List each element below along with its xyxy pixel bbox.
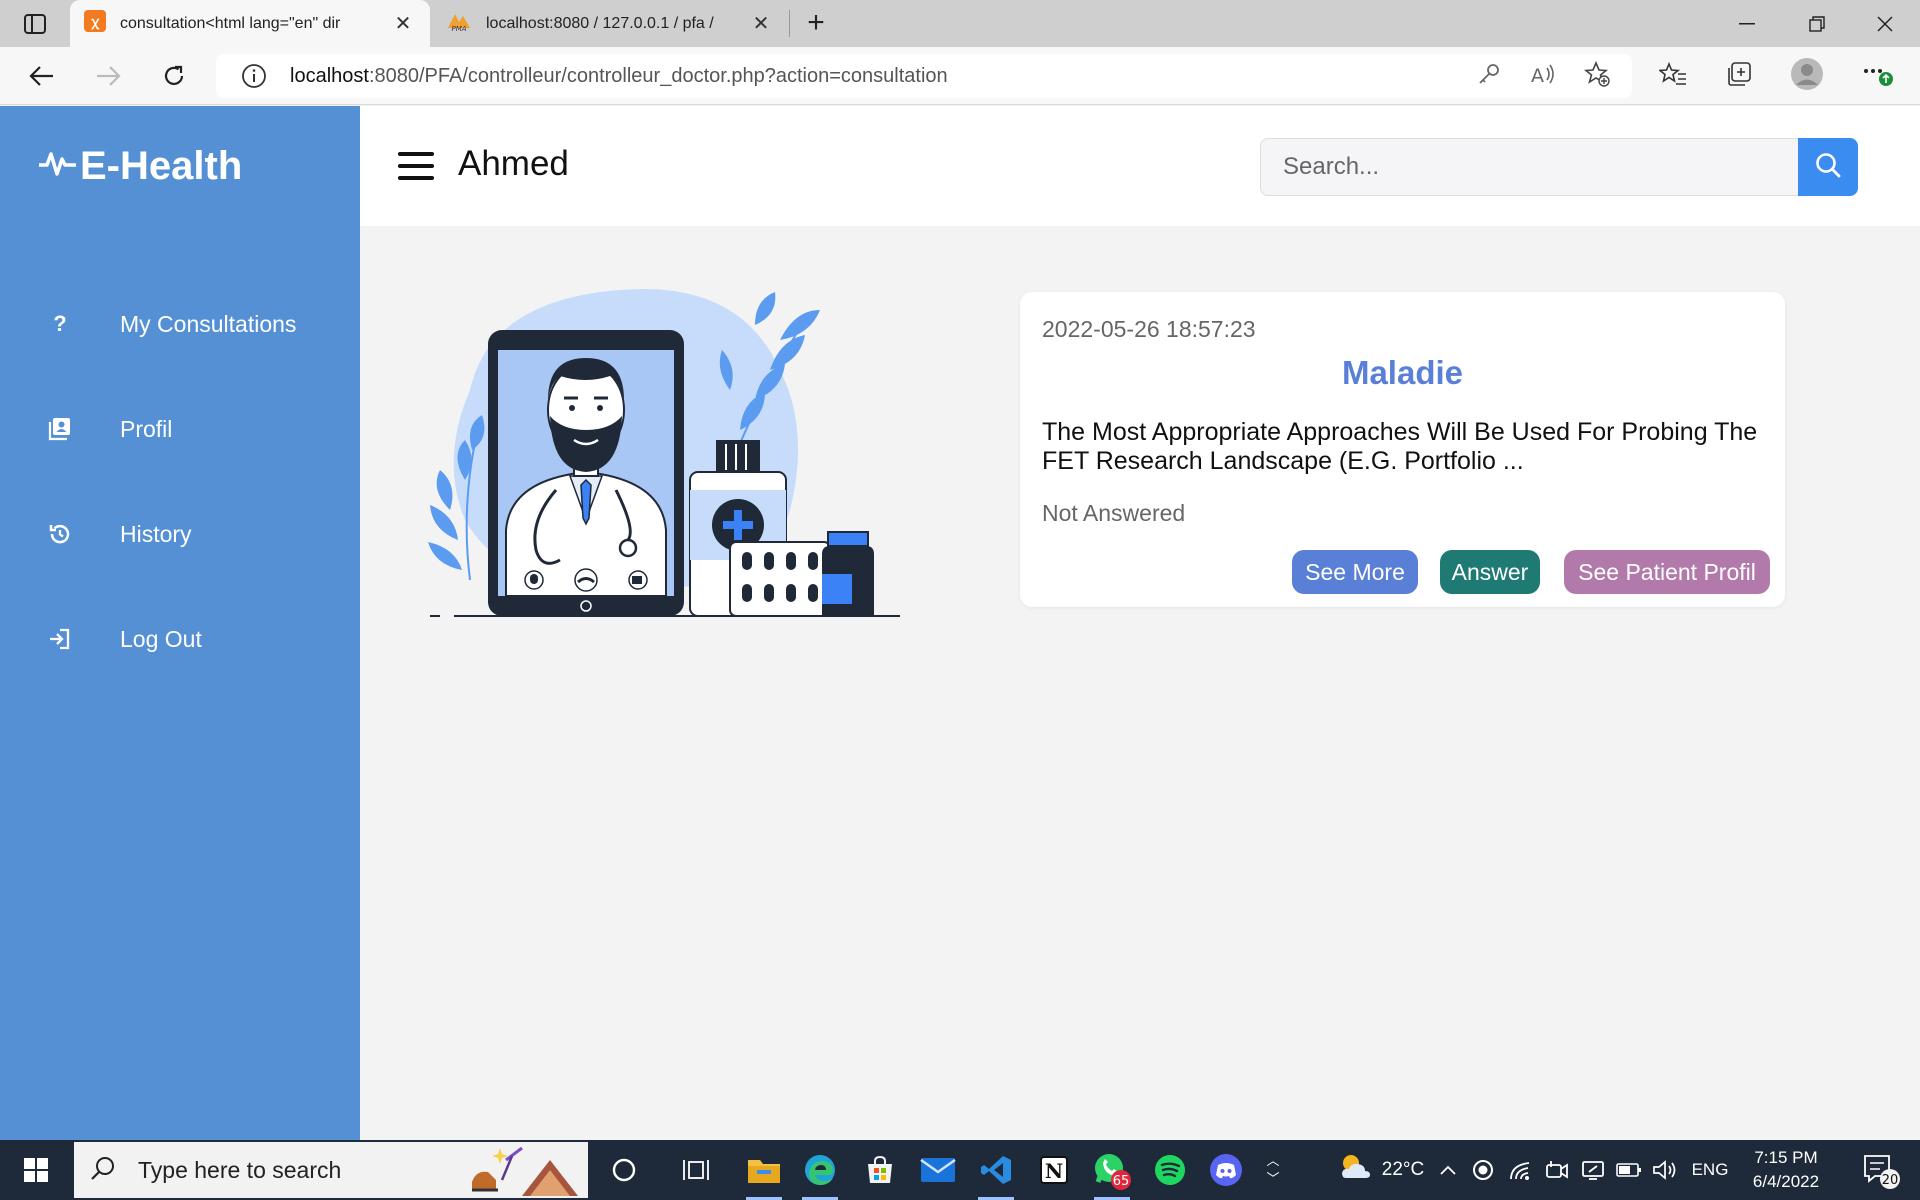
add-favorite-icon[interactable] <box>1580 57 1614 91</box>
tab-consultation[interactable]: ꭓ consultation<html lang="en" dir ✕ <box>70 0 430 47</box>
xampp-favicon-icon: ꭓ <box>84 10 106 37</box>
sidebar-item-history[interactable]: History <box>0 504 360 564</box>
app-header: Ahmed <box>360 106 1920 226</box>
answer-button[interactable]: Answer <box>1440 550 1540 594</box>
history-icon <box>30 522 90 546</box>
vscode-icon[interactable] <box>968 1140 1024 1200</box>
hamburger-menu-icon[interactable] <box>398 152 434 180</box>
see-more-button[interactable]: See More <box>1292 550 1418 594</box>
sidebar-item-label: Log Out <box>120 625 202 652</box>
microsoft-store-icon[interactable] <box>852 1140 908 1200</box>
sidebar-item-profil[interactable]: Profil <box>0 399 360 459</box>
browser-tab-strip: ꭓ consultation<html lang="en" dir ✕ PMA … <box>0 0 1920 47</box>
sidebar-item-label: Profil <box>120 415 173 442</box>
consultation-card: 2022-05-26 18:57:23 Maladie The Most App… <box>1020 292 1785 607</box>
browser-sidebar-toggle-icon[interactable] <box>14 10 56 38</box>
search-icon <box>90 1155 120 1186</box>
back-arrow-icon[interactable] <box>22 57 62 95</box>
restore-icon[interactable] <box>1782 0 1852 47</box>
browser-toolbar: localhost:8080/PFA/controlleur/controlle… <box>0 47 1920 105</box>
tab-title: consultation<html lang="en" dir <box>120 14 341 32</box>
volume-icon[interactable] <box>1650 1140 1680 1200</box>
tab-phpmyadmin[interactable]: PMA localhost:8080 / 127.0.0.1 / pfa / ✕ <box>432 0 788 47</box>
address-bar[interactable]: localhost:8080/PFA/controlleur/controlle… <box>216 54 1632 98</box>
svg-text:N: N <box>1045 1159 1063 1183</box>
favorites-icon[interactable] <box>1656 57 1690 91</box>
taskbar-clock[interactable]: 7:15 PM 6/4/2022 <box>1736 1146 1836 1194</box>
notifications-badge: 20 <box>1882 1173 1899 1188</box>
logout-icon <box>30 627 90 651</box>
profile-avatar-icon[interactable] <box>1790 57 1824 91</box>
username: Ahmed <box>458 144 569 183</box>
show-hidden-icons-chevron-icon[interactable] <box>1436 1140 1460 1200</box>
sidebar-item-label: History <box>120 520 192 547</box>
taskbar-search-box[interactable]: Type here to search <box>74 1142 588 1198</box>
forward-arrow-icon[interactable] <box>88 57 128 95</box>
minimize-icon[interactable] <box>1712 0 1782 47</box>
mail-icon[interactable] <box>910 1140 966 1200</box>
brand-name: E-Health <box>80 144 243 188</box>
key-icon[interactable] <box>1472 57 1506 91</box>
clock-time: 7:15 PM <box>1754 1148 1818 1167</box>
weather-widget[interactable]: 22°C <box>1318 1140 1444 1200</box>
new-tab-button[interactable]: + <box>800 8 832 40</box>
partly-cloudy-icon <box>1338 1152 1372 1188</box>
search-icon <box>1814 151 1842 184</box>
svg-text:PMA: PMA <box>451 25 466 32</box>
app-sidebar: E-Health ? My Consultations Profil Histo… <box>0 106 360 1140</box>
notifications-icon[interactable]: 20 <box>1850 1140 1910 1200</box>
phpmyadmin-favicon-icon: PMA <box>446 10 472 37</box>
taskbar-search-placeholder: Type here to search <box>138 1156 342 1183</box>
url-text: localhost:8080/PFA/controlleur/controlle… <box>290 64 948 87</box>
search-highlight-hiking-icon <box>466 1146 578 1200</box>
windows-start-icon[interactable] <box>0 1140 72 1200</box>
cortana-icon[interactable] <box>596 1140 652 1200</box>
language-indicator[interactable]: ENG <box>1686 1140 1734 1200</box>
tab-close-icon[interactable]: ✕ <box>748 11 774 37</box>
spotify-icon[interactable] <box>1142 1140 1198 1200</box>
whatsapp-icon[interactable]: 65 <box>1084 1140 1140 1200</box>
task-view-icon[interactable] <box>668 1140 724 1200</box>
taskbar-scroll-chevron-icon[interactable]: ︿ ﹀ <box>1262 1140 1284 1200</box>
consultation-status: Not Answered <box>1042 500 1186 526</box>
edge-browser-icon[interactable] <box>792 1140 848 1200</box>
tab-close-icon[interactable]: ✕ <box>390 11 416 37</box>
file-explorer-icon[interactable] <box>736 1140 792 1200</box>
collections-icon[interactable] <box>1722 57 1756 91</box>
profile-card-icon <box>30 417 90 441</box>
read-aloud-icon[interactable]: A <box>1526 57 1560 91</box>
settings-more-icon[interactable] <box>1860 57 1894 91</box>
consultation-title: Maladie <box>1341 354 1464 391</box>
see-patient-profil-button[interactable]: See Patient Profil <box>1564 550 1770 594</box>
display-icon[interactable] <box>1578 1140 1608 1200</box>
clock-date: 6/4/2022 <box>1752 1172 1820 1191</box>
question-icon: ? <box>53 311 67 336</box>
discord-icon[interactable] <box>1198 1140 1254 1200</box>
heartbeat-icon <box>38 144 80 189</box>
consultation-description: The Most Appropriate Approaches Will Be … <box>1042 418 1758 475</box>
obs-record-icon[interactable] <box>1468 1140 1498 1200</box>
battery-icon[interactable] <box>1614 1140 1644 1200</box>
sidebar-item-log-out[interactable]: Log Out <box>0 609 360 669</box>
whatsapp-badge: 65 <box>1113 1174 1130 1189</box>
search-button[interactable] <box>1798 138 1858 196</box>
tab-title: localhost:8080 / 127.0.0.1 / pfa / <box>486 14 714 32</box>
sidebar-item-label: My Consultations <box>120 310 297 337</box>
reload-icon[interactable] <box>154 57 194 95</box>
site-info-icon[interactable] <box>240 62 268 90</box>
doctor-telemedicine-illustration <box>410 280 910 620</box>
sidebar-item-my-consultations[interactable]: ? My Consultations <box>0 294 360 354</box>
weather-temperature: 22°C <box>1381 1159 1425 1180</box>
windows-taskbar: Type here to search N 65 ︿ ﹀ 22°C ENG 7:… <box>0 1140 1920 1200</box>
brand-logo[interactable]: E-Health <box>38 144 242 189</box>
wifi-icon[interactable] <box>1506 1140 1536 1200</box>
tab-separator <box>789 10 790 37</box>
close-window-icon[interactable] <box>1850 0 1920 47</box>
meet-now-icon[interactable] <box>1542 1140 1572 1200</box>
consultation-date: 2022-05-26 18:57:23 <box>1042 316 1256 342</box>
svg-text:A: A <box>1531 65 1544 86</box>
search-input[interactable] <box>1260 138 1800 196</box>
notion-icon[interactable]: N <box>1026 1140 1082 1200</box>
